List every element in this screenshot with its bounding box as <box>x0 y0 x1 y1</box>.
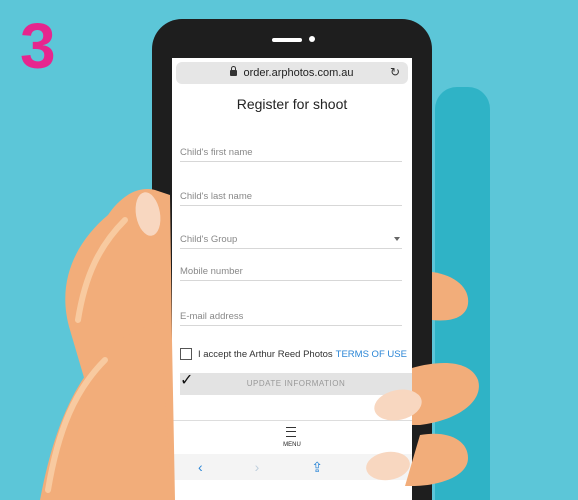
phone-screen: order.arphotos.com.au ↻ Register for sho… <box>172 58 412 500</box>
hamburger-icon <box>286 427 296 437</box>
email-placeholder: E-mail address <box>180 311 244 322</box>
last-name-placeholder: Child's last name <box>180 191 253 202</box>
last-name-field[interactable]: Child's last name <box>180 191 402 206</box>
lock-icon <box>230 66 238 76</box>
bookmarks-icon[interactable]: ⊔ <box>375 459 386 476</box>
thumb-highlight <box>75 217 128 323</box>
address-bar[interactable]: order.arphotos.com.au ↻ <box>176 62 408 84</box>
first-name-placeholder: Child's first name <box>180 147 253 158</box>
forward-icon[interactable]: › <box>255 459 260 475</box>
left-hand-highlight <box>45 357 108 493</box>
email-field[interactable]: E-mail address <box>180 311 402 326</box>
menu-label: MENU <box>283 442 301 448</box>
share-icon[interactable]: ⇪ <box>311 459 323 476</box>
background-shape <box>435 87 490 500</box>
terms-text: I accept the Arthur Reed Photos <box>198 348 333 360</box>
group-select[interactable]: Child's Group <box>180 234 402 249</box>
update-button[interactable]: UPDATE INFORMATION <box>180 373 412 395</box>
chevron-down-icon <box>394 237 400 241</box>
step-number: 3 <box>20 10 56 82</box>
page-title: Register for shoot <box>236 96 348 112</box>
phone-camera <box>309 36 315 42</box>
phone-speaker <box>272 38 302 42</box>
back-icon[interactable]: ‹ <box>198 459 203 475</box>
terms-checkbox[interactable] <box>180 348 192 360</box>
url-text: order.arphotos.com.au <box>243 67 354 79</box>
reload-icon[interactable]: ↻ <box>390 65 400 79</box>
checkmark-icon: ✓ <box>180 372 194 389</box>
first-name-field[interactable]: Child's first name <box>180 147 402 162</box>
terms-row: I accept the Arthur Reed Photos TERMS OF… <box>180 348 408 360</box>
browser-toolbar: ‹ › ⇪ ⊔ <box>172 454 412 480</box>
menu-button[interactable]: MENU <box>172 420 412 455</box>
mobile-field[interactable]: Mobile number <box>180 266 402 281</box>
mobile-placeholder: Mobile number <box>180 266 243 277</box>
group-placeholder: Child's Group <box>180 234 238 245</box>
terms-link[interactable]: TERMS OF USE <box>336 349 407 360</box>
